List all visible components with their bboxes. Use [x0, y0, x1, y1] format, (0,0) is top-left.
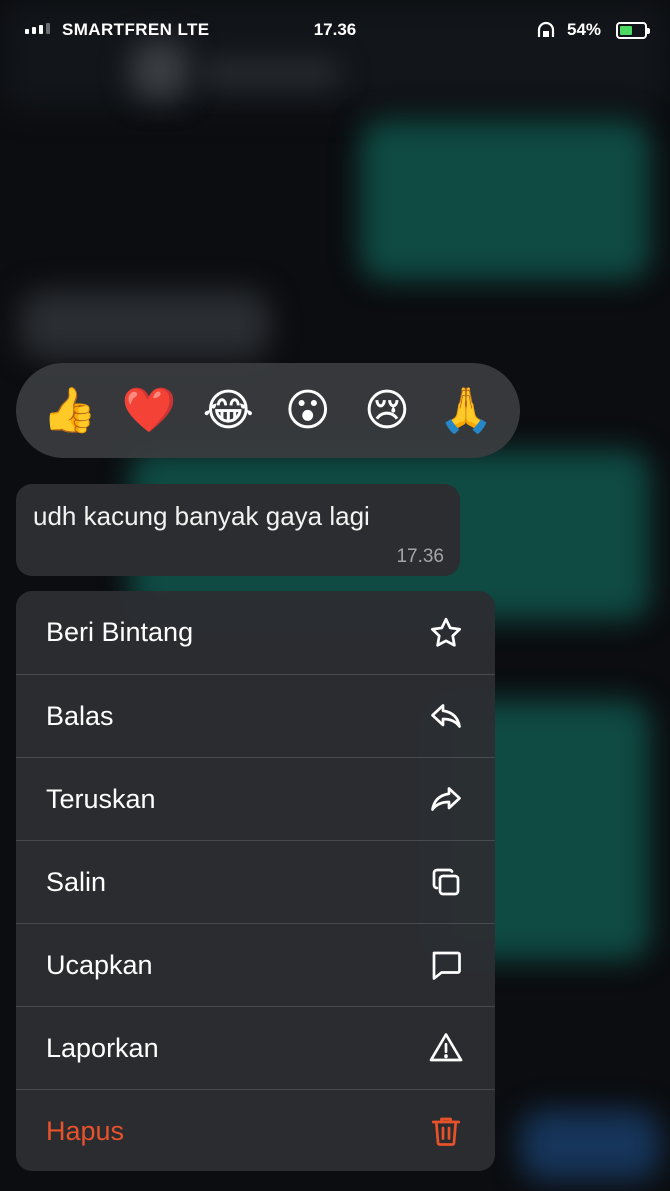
menu-item-label: Balas	[46, 700, 114, 731]
rotation-lock-icon	[537, 21, 555, 37]
reaction-laughing-tears[interactable]: 😂	[201, 384, 255, 438]
menu-item-report[interactable]: Laporkan	[16, 1006, 495, 1089]
reply-arrow-icon	[427, 697, 465, 735]
forward-arrow-icon	[427, 780, 465, 818]
star-icon	[427, 614, 465, 652]
menu-item-speak[interactable]: Ucapkan	[16, 923, 495, 1006]
menu-item-forward[interactable]: Teruskan	[16, 757, 495, 840]
message-text: udh kacung banyak gaya lagi	[33, 501, 370, 531]
menu-item-copy[interactable]: Salin	[16, 840, 495, 923]
message-time: 17.36	[396, 546, 444, 567]
warning-triangle-icon	[427, 1029, 465, 1067]
selected-message-bubble: udh kacung banyak gaya lagi 17.36	[16, 484, 460, 576]
reaction-thumbs-up[interactable]: 👍	[42, 384, 97, 438]
menu-item-star[interactable]: Beri Bintang	[16, 591, 495, 674]
copy-icon	[427, 863, 465, 901]
menu-item-label: Laporkan	[46, 1032, 159, 1063]
reaction-praying-hands[interactable]: 🙏	[439, 384, 494, 438]
menu-item-label: Beri Bintang	[46, 617, 194, 647]
reaction-surprised[interactable]: 😮	[281, 384, 335, 438]
battery-icon	[616, 22, 650, 39]
status-bar: SMARTFREN LTE 17.36 54%	[0, 0, 670, 62]
menu-item-label: Ucapkan	[46, 949, 153, 980]
menu-item-label: Teruskan	[46, 783, 156, 814]
menu-item-label: Hapus	[46, 1115, 125, 1146]
message-action-menu: Beri Bintang Balas Teruskan Salin Ucapka…	[16, 591, 495, 1171]
reaction-heart[interactable]: ❤️	[122, 384, 177, 438]
reaction-crying[interactable]: 😢	[360, 384, 414, 438]
menu-item-reply[interactable]: Balas	[16, 674, 495, 757]
menu-item-delete[interactable]: Hapus	[16, 1089, 495, 1171]
menu-item-label: Salin	[46, 866, 107, 897]
trash-icon	[427, 1112, 465, 1150]
battery-percent: 54%	[567, 20, 602, 39]
reaction-bar: 👍 ❤️ 😂 😮 😢 🙏	[16, 363, 520, 458]
speech-bubble-icon	[427, 946, 465, 984]
